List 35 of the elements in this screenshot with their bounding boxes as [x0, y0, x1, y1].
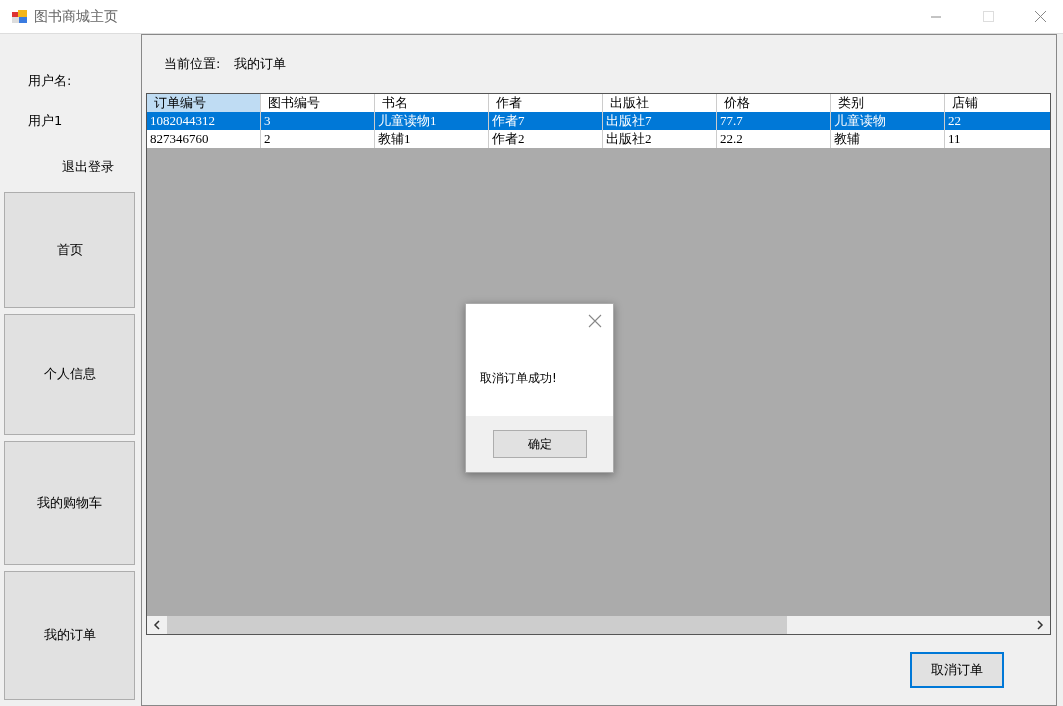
table-cell: 1082044312 [147, 112, 261, 130]
table-cell: 儿童读物1 [375, 112, 489, 130]
ok-button[interactable]: 确定 [492, 430, 587, 458]
table-cell: 教辅 [831, 130, 945, 148]
cancel-order-button[interactable]: 取消订单 [910, 652, 1004, 688]
table-cell: 作者2 [489, 130, 603, 148]
window-title: 图书商城主页 [34, 7, 119, 26]
table-cell: 作者7 [489, 112, 603, 130]
table-cell: 2 [261, 130, 375, 148]
table-cell: 3 [261, 112, 375, 130]
table-cell: 22 [945, 112, 1050, 130]
table-row[interactable]: 827346760 2 教辅1 作者2 出版社2 22.2 教辅 11 [147, 130, 1050, 148]
table-cell: 儿童读物 [831, 112, 945, 130]
table-cell: 11 [945, 130, 1050, 148]
location-label: 当前位置: [164, 55, 221, 73]
nav-button[interactable]: 首页 [4, 192, 135, 308]
close-icon[interactable] [1033, 10, 1047, 23]
table-cell: 出版社2 [603, 130, 717, 148]
logout-link[interactable]: 退出登录 [62, 158, 114, 176]
username-value: 用户1 [28, 112, 63, 130]
table-cell: 22.2 [717, 130, 831, 148]
table-cell: 77.7 [717, 112, 831, 130]
table-row[interactable]: 1082044312 3 儿童读物1 作者7 出版社7 77.7 儿童读物 22 [147, 112, 1050, 130]
username-label: 用户名: [28, 72, 72, 90]
table-cell: 出版社7 [603, 112, 717, 130]
location-value: 我的订单 [234, 55, 287, 73]
nav-button[interactable]: 我的购物车 [4, 441, 135, 565]
table-cell: 827346760 [147, 130, 261, 148]
table-cell: 教辅1 [375, 130, 489, 148]
nav-button[interactable]: 我的订单 [4, 570, 135, 700]
close-icon[interactable] [588, 314, 602, 328]
nav-button[interactable]: 个人信息 [4, 313, 135, 436]
scrollbar-thumb[interactable] [167, 616, 787, 634]
app-logo-icon [12, 8, 28, 25]
dialog-message: 取消订单成功! [480, 370, 557, 387]
